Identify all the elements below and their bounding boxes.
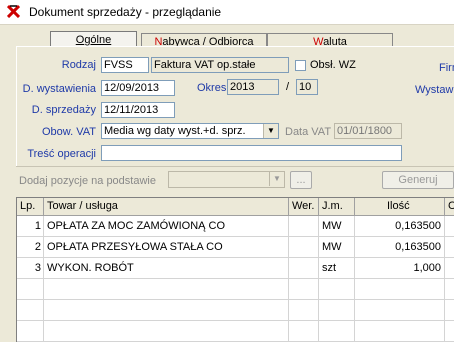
col-header-quantity[interactable]: Ilość — [355, 198, 445, 215]
cell-version — [289, 258, 319, 278]
col-header-lp[interactable]: Lp. — [17, 198, 44, 215]
cell-version — [289, 237, 319, 257]
app-logo-icon — [7, 5, 20, 18]
operation-desc-field[interactable] — [101, 145, 402, 161]
obsl-wz-checkbox[interactable] — [295, 60, 306, 71]
cell-lp: 3 — [17, 258, 44, 278]
sale-date-field[interactable]: 12/11/2013 — [101, 102, 175, 118]
col-header-product[interactable]: Towar / usługa — [44, 198, 289, 215]
vat-obligation-label: Obow. VAT — [41, 126, 96, 138]
issue-date-field[interactable]: 12/09/2013 — [101, 80, 175, 96]
cell-unit: szt — [319, 258, 355, 278]
cell-product: WYKON. ROBÓT — [44, 258, 289, 278]
cell-product: OPŁATA ZA MOC ZAMÓWIONĄ CO — [44, 216, 289, 236]
obsl-wz-label: Obsł. WZ — [310, 59, 356, 71]
vat-date-label: Data VAT — [285, 126, 332, 138]
issue-date-label: D. wystawienia — [22, 83, 96, 95]
period-slash: / — [286, 81, 290, 93]
operation-desc-label: Treść operacji — [27, 148, 96, 160]
table-row-empty[interactable] — [17, 321, 454, 342]
company-label: Firm — [439, 62, 454, 74]
table-header: Lp. Towar / usługa Wer. J.m. Ilość C — [17, 198, 454, 216]
vat-obligation-select[interactable]: Media wg daty wyst.+d. sprz. ▼ — [101, 123, 279, 139]
doc-type-name-field: Faktura VAT op.stałe — [151, 57, 289, 73]
col-header-version[interactable]: Wer. — [289, 198, 319, 215]
generate-button: Generuj — [382, 171, 454, 189]
add-positions-label: Dodaj pozycje na podstawie — [19, 175, 156, 187]
period-year-field: 2013 — [227, 79, 279, 95]
window-title: Dokument sprzedaży - przeglądanie — [29, 5, 222, 19]
cell-quantity: 1,000 — [355, 258, 445, 278]
vat-obligation-value: Media wg daty wyst.+d. sprz. — [104, 125, 246, 137]
col-divider — [43, 216, 44, 342]
col-header-unit[interactable]: J.m. — [319, 198, 355, 215]
sale-date-label: D. sprzedaży — [31, 104, 96, 116]
table-row[interactable]: 3 WYKON. ROBÓT szt 1,000 — [17, 258, 454, 279]
items-table[interactable]: Lp. Towar / usługa Wer. J.m. Ilość C 1 O… — [16, 197, 454, 342]
doc-type-code-field[interactable]: FVSS — [101, 57, 149, 73]
period-month-field: 10 — [296, 79, 318, 95]
cell-unit: MW — [319, 237, 355, 257]
doc-type-label: Rodzaj — [61, 59, 96, 71]
table-row-empty[interactable] — [17, 300, 454, 321]
table-row[interactable]: 2 OPŁATA PRZESYŁOWA STAŁA CO MW 0,163500 — [17, 237, 454, 258]
col-divider — [318, 216, 319, 342]
table-row[interactable]: 1 OPŁATA ZA MOC ZAMÓWIONĄ CO MW 0,163500 — [17, 216, 454, 237]
chevron-down-icon[interactable]: ▼ — [263, 124, 278, 138]
col-divider — [444, 216, 445, 342]
cell-version — [289, 216, 319, 236]
tab-general-label: Ogólne — [75, 34, 112, 46]
add-positions-select: ▼ — [168, 171, 285, 188]
vat-date-field: 01/01/1800 — [334, 123, 402, 139]
col-divider — [288, 216, 289, 342]
cell-lp: 1 — [17, 216, 44, 236]
table-row-empty[interactable] — [17, 279, 454, 300]
cell-lp: 2 — [17, 237, 44, 257]
title-bar: Dokument sprzedaży - przeglądanie — [0, 0, 454, 25]
chevron-down-icon: ▼ — [269, 172, 284, 186]
col-header-price[interactable]: C — [445, 198, 454, 215]
cell-unit: MW — [319, 216, 355, 236]
cell-quantity: 0,163500 — [355, 216, 445, 236]
browse-button: ... — [290, 171, 312, 189]
cell-quantity: 0,163500 — [355, 237, 445, 257]
section-divider — [16, 166, 454, 167]
period-label: Okres — [197, 82, 227, 94]
cell-product: OPŁATA PRZESYŁOWA STAŁA CO — [44, 237, 289, 257]
col-divider — [354, 216, 355, 342]
issuer-label: Wystaw — [415, 84, 454, 96]
